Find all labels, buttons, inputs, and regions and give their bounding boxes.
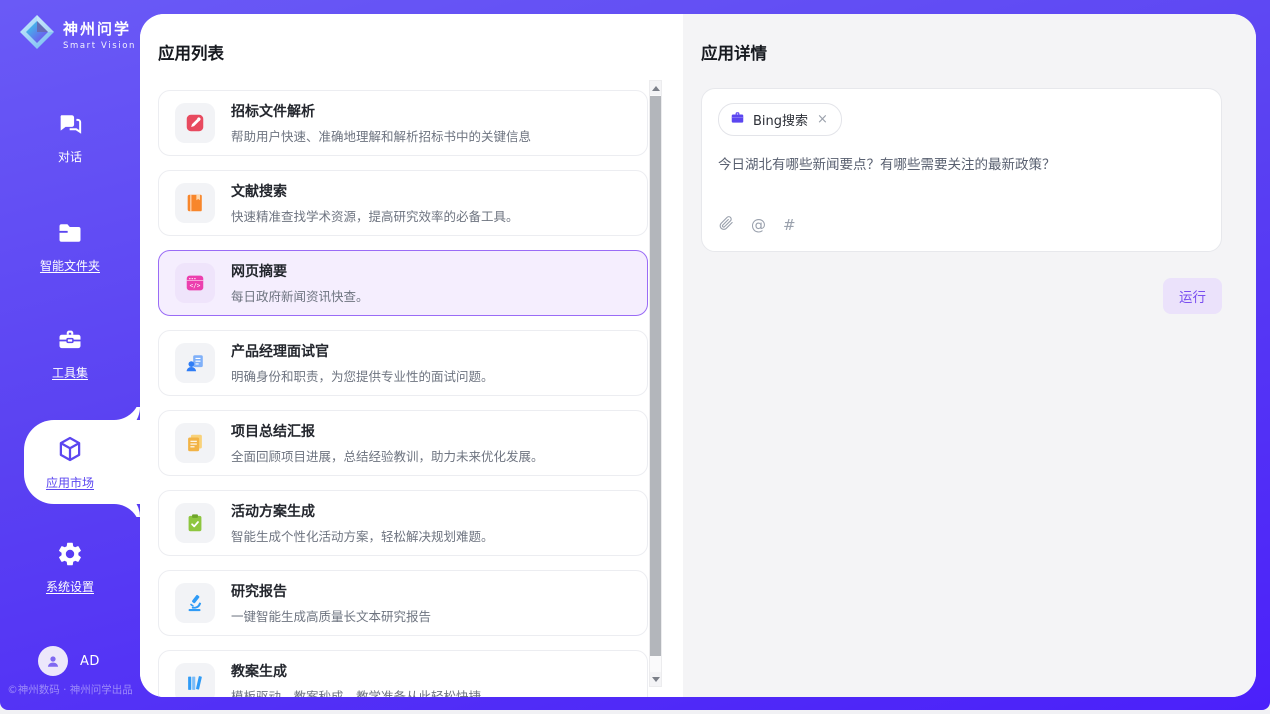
sidebar-item-smart-folder[interactable]: 智能文件夹 xyxy=(0,219,140,274)
app-card-pm-interviewer[interactable]: 产品经理面试官 明确身份和职责，为您提供专业性的面试问题。 xyxy=(158,330,648,396)
sidebar-item-label: 智能文件夹 xyxy=(0,257,140,274)
svg-text:</>: </> xyxy=(190,282,201,289)
close-icon[interactable]: × xyxy=(816,113,829,126)
app-card-web-summary[interactable]: </> 网页摘要 每日政府新闻资讯快查。 xyxy=(158,250,648,316)
app-name: 活动方案生成 xyxy=(231,501,494,521)
tool-tag-bing-search[interactable]: Bing搜索 × xyxy=(718,103,842,136)
app-list-scrollbar[interactable] xyxy=(649,80,662,687)
app-desc: 快速精准查找学术资源，提高研究效率的必备工具。 xyxy=(231,206,519,225)
run-row: 运行 xyxy=(701,278,1222,314)
app-name: 研究报告 xyxy=(231,581,431,601)
app-name: 招标文件解析 xyxy=(231,101,531,121)
app-card-lesson-plan[interactable]: 教案生成 模板驱动，教案秒成，教学准备从此轻松快捷 xyxy=(158,650,648,697)
gear-icon xyxy=(56,553,84,572)
sidebar-item-label: 系统设置 xyxy=(0,578,140,595)
briefcase-icon xyxy=(730,110,745,129)
interviewer-doc-icon xyxy=(175,343,215,383)
prompt-input[interactable]: 今日湖北有哪些新闻要点？有哪些需要关注的最新政策？ xyxy=(718,153,1205,215)
app-card-event-plan[interactable]: 活动方案生成 智能生成个性化活动方案，轻松解决规划难题。 xyxy=(158,490,648,556)
app-desc: 一键智能生成高质量长文本研究报告 xyxy=(231,606,431,625)
books-icon xyxy=(175,663,215,697)
scroll-down-button[interactable] xyxy=(650,672,661,686)
toolbox-icon xyxy=(56,339,84,358)
app-desc: 全面回顾项目进展，总结经验教训，助力未来优化发展。 xyxy=(231,446,544,465)
paperclip-icon[interactable] xyxy=(718,215,734,235)
input-toolbar: @ # xyxy=(718,215,1205,237)
chat-bubbles-icon xyxy=(56,123,84,142)
hashtag-icon[interactable]: # xyxy=(783,216,796,234)
brand-name: 神州问学 xyxy=(63,18,136,39)
scroll-up-button[interactable] xyxy=(650,81,661,95)
app-card-bid-parse[interactable]: 招标文件解析 帮助用户快速、准确地理解和解析招标书中的关键信息 xyxy=(158,90,648,156)
brand-diamond-icon xyxy=(18,13,56,55)
app-desc: 每日政府新闻资讯快查。 xyxy=(231,286,369,305)
sidebar-item-app-market[interactable]: 应用市场 xyxy=(0,434,140,491)
brand-subtitle: Smart Vision xyxy=(63,41,136,51)
app-detail-title: 应用详情 xyxy=(701,40,1222,64)
run-button[interactable]: 运行 xyxy=(1163,278,1222,314)
sidebar-item-toolset[interactable]: 工具集 xyxy=(0,326,140,381)
app-frame: 神州问学 Smart Vision 对话 智能文件夹 xyxy=(0,0,1270,710)
brand-logo: 神州问学 Smart Vision xyxy=(18,13,136,55)
sidebar-item-settings[interactable]: 系统设置 xyxy=(0,540,140,595)
tool-tag-label: Bing搜索 xyxy=(753,110,808,129)
scrollbar-thumb[interactable] xyxy=(650,96,661,656)
cube-icon xyxy=(55,449,85,468)
app-desc: 模板驱动，教案秒成，教学准备从此轻松快捷 xyxy=(231,686,481,697)
app-list-panel: 应用列表 招标文件解析 帮助用户快速、准确地理解和解析招标书中的关键信息 xyxy=(140,14,683,697)
sidebar-item-label: 对话 xyxy=(0,148,140,165)
app-name: 网页摘要 xyxy=(231,261,369,281)
main-canvas: 应用列表 招标文件解析 帮助用户快速、准确地理解和解析招标书中的关键信息 xyxy=(140,14,1256,697)
at-mention-icon[interactable]: @ xyxy=(751,216,766,234)
app-name: 项目总结汇报 xyxy=(231,421,544,441)
clipboard-check-icon xyxy=(175,503,215,543)
app-card-project-summary[interactable]: 项目总结汇报 全面回顾项目进展，总结经验教训，助力未来优化发展。 xyxy=(158,410,648,476)
app-card-research-report[interactable]: 研究报告 一键智能生成高质量长文本研究报告 xyxy=(158,570,648,636)
sidebar-item-label: 工具集 xyxy=(0,364,140,381)
sidebar-item-chat[interactable]: 对话 xyxy=(0,110,140,165)
app-name: 产品经理面试官 xyxy=(231,341,494,361)
app-list-title: 应用列表 xyxy=(158,40,648,64)
avatar xyxy=(38,646,68,676)
sidebar-item-label: 应用市场 xyxy=(0,474,140,491)
app-desc: 帮助用户快速、准确地理解和解析招标书中的关键信息 xyxy=(231,126,531,145)
stacked-docs-icon xyxy=(175,423,215,463)
microscope-icon xyxy=(175,583,215,623)
app-desc: 明确身份和职责，为您提供专业性的面试问题。 xyxy=(231,366,494,385)
browser-code-icon: </> xyxy=(175,263,215,303)
prompt-card: Bing搜索 × 今日湖北有哪些新闻要点？有哪些需要关注的最新政策？ @ # xyxy=(701,88,1222,252)
book-icon xyxy=(175,183,215,223)
app-name: 文献搜索 xyxy=(231,181,519,201)
sidebar: 神州问学 Smart Vision 对话 智能文件夹 xyxy=(0,0,140,710)
folder-icon xyxy=(56,232,84,251)
user-name: AD xyxy=(80,654,100,669)
copyright-footer: ©神州数码 · 神州问学出品 xyxy=(0,682,140,697)
app-card-literature-search[interactable]: 文献搜索 快速精准查找学术资源，提高研究效率的必备工具。 xyxy=(158,170,648,236)
app-detail-panel: 应用详情 Bing搜索 × 今日湖北有哪些新闻要点？有哪些需要关注的最新政策？ xyxy=(683,14,1256,697)
app-name: 教案生成 xyxy=(231,661,481,681)
app-desc: 智能生成个性化活动方案，轻松解决规划难题。 xyxy=(231,526,494,545)
user-account[interactable]: AD xyxy=(38,646,100,676)
pen-square-icon xyxy=(175,103,215,143)
